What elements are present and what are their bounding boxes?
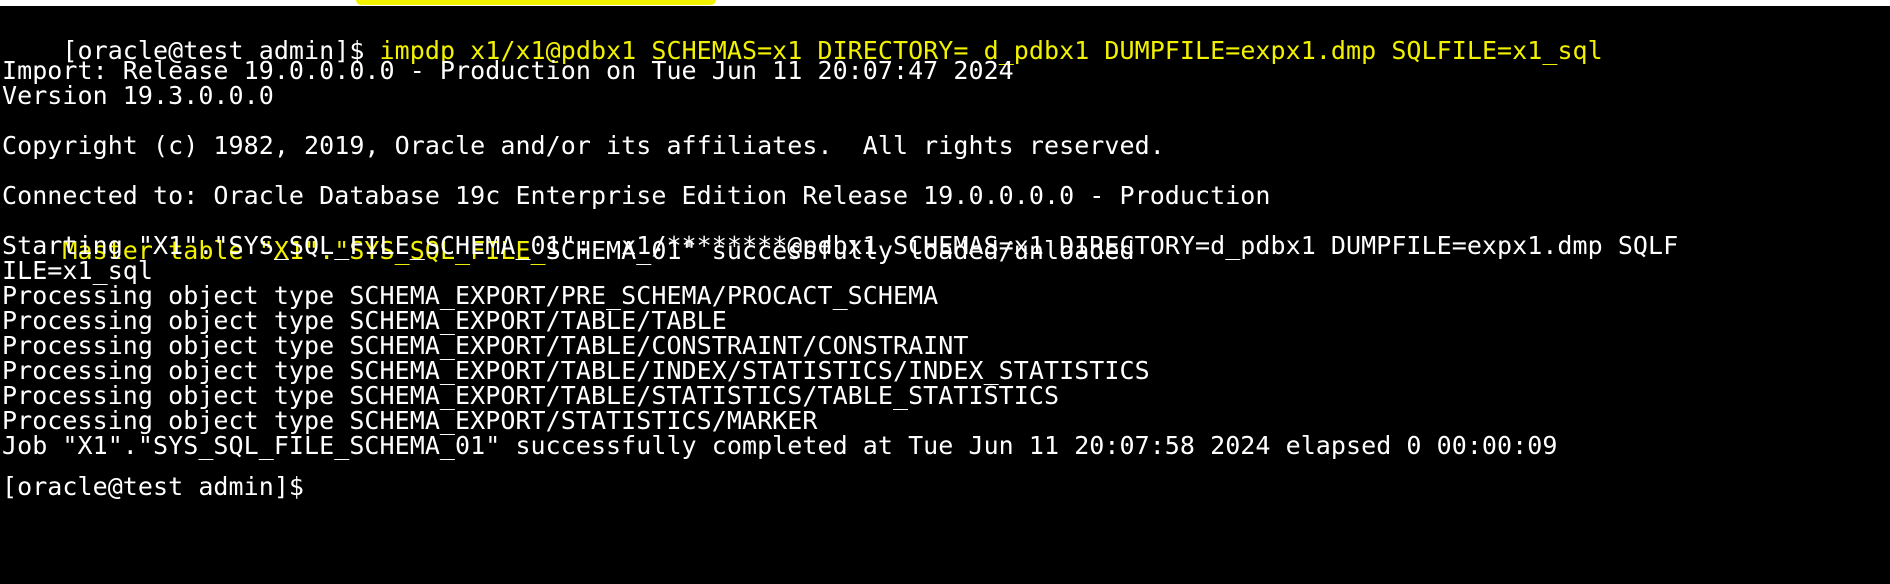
command-line: [oracle@test admin]$ impdp x1/x1@pdbx1 S… — [2, 6, 1603, 65]
job-completed-line: Job "X1"."SYS_SQL_FILE_SCHEMA_01" succes… — [2, 431, 1558, 460]
version-line: Version 19.3.0.0.0 — [2, 81, 274, 110]
starting-line-first: Starting "X1"."SYS_SQL_FILE_SCHEMA_01": … — [2, 231, 1679, 260]
next-shell-prompt[interactable]: [oracle@test admin]$ — [2, 472, 304, 502]
copyright-line: Copyright (c) 1982, 2019, Oracle and/or … — [2, 131, 1165, 160]
top-highlight-mark — [356, 0, 716, 5]
terminal-window[interactable]: [oracle@test admin]$ impdp x1/x1@pdbx1 S… — [0, 6, 1890, 584]
